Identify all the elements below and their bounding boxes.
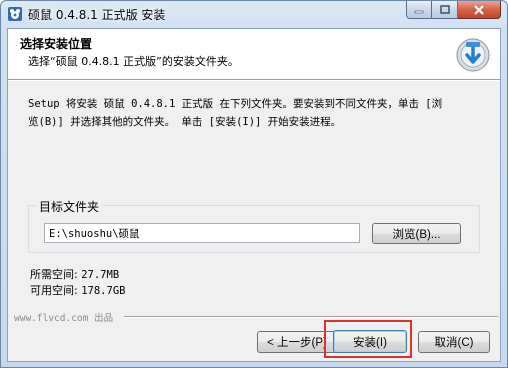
description-line-2: 览(B)] 并选择其他的文件夹。 单击 [安装(I)] 开始安装进程。 (28, 116, 342, 128)
space-required-label: 所需空间: (30, 268, 78, 281)
page-header: 选择安装位置 选择“硕鼠 0.4.8.1 正式版”的安装文件夹。 (8, 29, 500, 80)
cancel-button[interactable]: 取消(C) (418, 331, 490, 353)
destination-folder-label: 目标文件夹 (36, 198, 103, 215)
branding-text: www.flvcd.com 出品 (14, 310, 118, 324)
install-highlight-box (324, 320, 412, 358)
space-required-row: 所需空间: 27.7MB (30, 267, 125, 283)
disk-space-info: 所需空间: 27.7MB 可用空间: 178.7GB (30, 267, 125, 299)
space-required-value: 27.7MB (81, 269, 120, 281)
minimize-button[interactable] (406, 1, 432, 19)
caption-buttons (406, 1, 501, 19)
window-title: 硕鼠 0.4.8.1 正式版 安装 (28, 8, 166, 22)
space-available-row: 可用空间: 178.7GB (30, 283, 125, 299)
description-line-1: Setup 将安装 硕鼠 0.4.8.1 正式版 在下列文件夹。要安装到不同文件… (28, 98, 443, 110)
close-icon (474, 4, 484, 15)
minimize-icon (414, 10, 424, 13)
installer-window: 硕鼠 0.4.8.1 正式版 安装 选择安装位置 选择“硕鼠 0.4.8.1 正… (0, 0, 508, 368)
dialog-client-area: 选择安装位置 选择“硕鼠 0.4.8.1 正式版”的安装文件夹。 Setup 将… (7, 28, 501, 362)
space-available-value: 178.7GB (81, 285, 126, 297)
browse-button[interactable]: 浏览(B)... (372, 223, 461, 244)
branding-row: www.flvcd.com 出品 (14, 310, 500, 324)
title-bar[interactable]: 硕鼠 0.4.8.1 正式版 安装 (1, 1, 507, 27)
installer-disk-icon (456, 38, 490, 72)
maximize-button[interactable] (432, 1, 458, 19)
install-path-input[interactable] (44, 223, 360, 243)
header-divider (8, 80, 500, 81)
mouse-app-icon (8, 7, 22, 21)
page-title: 选择安装位置 (20, 37, 93, 51)
close-button[interactable] (458, 1, 501, 19)
page-subtitle: 选择“硕鼠 0.4.8.1 正式版”的安装文件夹。 (28, 55, 239, 68)
install-description: Setup 将安装 硕鼠 0.4.8.1 正式版 在下列文件夹。要安装到不同文件… (28, 95, 488, 131)
branding-divider (124, 316, 498, 318)
maximize-icon (439, 5, 450, 14)
space-available-label: 可用空间: (30, 284, 78, 297)
